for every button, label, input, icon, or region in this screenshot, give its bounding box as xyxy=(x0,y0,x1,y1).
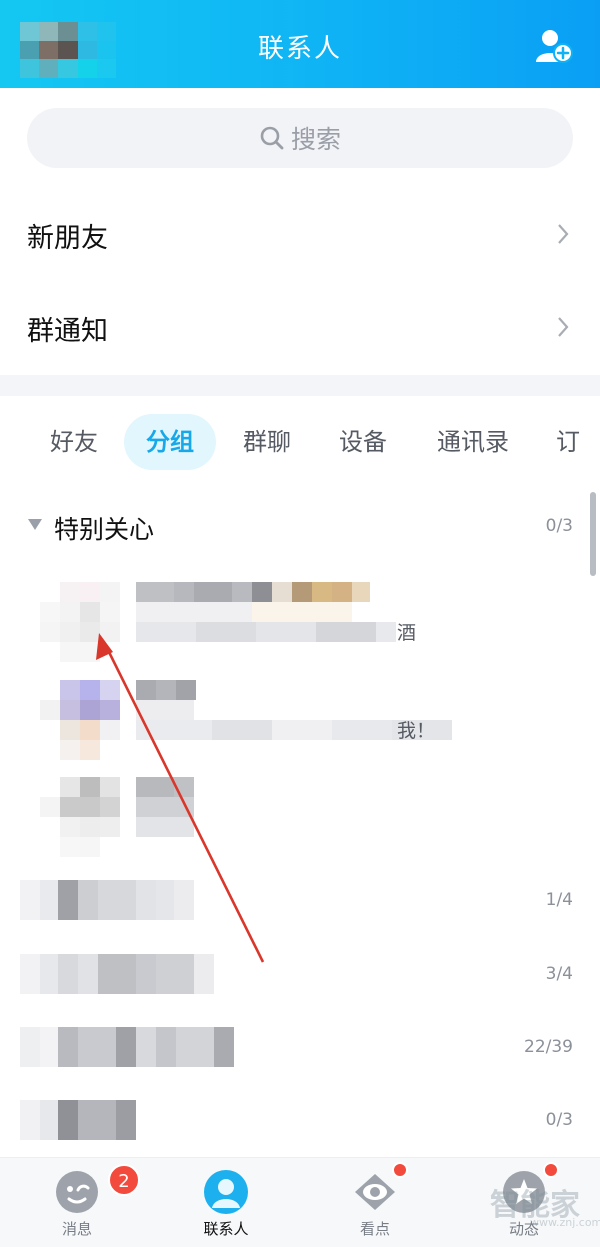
notification-dot xyxy=(392,1162,408,1178)
contact-name-redacted xyxy=(136,582,370,602)
group-notice-label: 群通知 xyxy=(27,316,108,347)
group-count: 3/4 xyxy=(545,964,573,984)
section-divider xyxy=(0,375,600,396)
group-notice-row[interactable]: 群通知 xyxy=(0,283,600,375)
expand-triangle-icon xyxy=(28,519,42,530)
group-title: 特别关心 xyxy=(54,515,155,544)
contact-avatar xyxy=(40,777,120,857)
contact-avatar xyxy=(40,582,120,662)
search-input[interactable]: 搜索 xyxy=(27,108,573,168)
contact-message-tail: 酒 xyxy=(397,622,417,644)
contact-message-tail: 我！ xyxy=(397,720,436,742)
search-placeholder: 搜索 xyxy=(290,125,341,154)
group-count: 1/4 xyxy=(545,890,573,910)
contact-name-redacted xyxy=(136,777,194,797)
watermark-url: www.znj.com xyxy=(530,1216,600,1229)
tab-group-chats[interactable]: 群聊 xyxy=(231,414,303,470)
message-icon xyxy=(56,1171,98,1213)
contact-item[interactable]: 酒 xyxy=(0,582,600,678)
contact-item[interactable] xyxy=(0,777,600,873)
contact-name-redacted-2 xyxy=(136,602,352,622)
group-name-redacted xyxy=(20,1027,234,1067)
nav-label: 联系人 xyxy=(203,1220,249,1238)
contact-item[interactable]: 我！ xyxy=(0,680,600,776)
group-name-redacted xyxy=(20,880,194,920)
collapsed-group[interactable]: 0/3 xyxy=(0,1096,600,1146)
watermark: 智能家 www.znj.com xyxy=(490,1180,600,1240)
tab-friends[interactable]: 好友 xyxy=(38,414,110,470)
group-name-redacted xyxy=(20,1100,136,1140)
top-bar: 联系人 xyxy=(0,0,600,88)
contact-message-redacted xyxy=(136,622,396,642)
nav-label: 看点 xyxy=(359,1220,390,1238)
contact-avatar xyxy=(40,680,120,760)
page-title: 联系人 xyxy=(257,34,342,64)
contact-name-redacted xyxy=(136,680,196,700)
notification-dot xyxy=(543,1162,559,1178)
eye-icon xyxy=(355,1174,395,1210)
group-special-care[interactable]: 特别关心 0/3 xyxy=(0,500,600,552)
tab-devices[interactable]: 设备 xyxy=(327,414,399,470)
contacts-icon xyxy=(204,1170,248,1214)
nav-label: 消息 xyxy=(61,1220,92,1238)
contact-message-redacted xyxy=(136,817,194,837)
add-friend-icon[interactable] xyxy=(534,26,574,66)
tab-groups[interactable]: 分组 xyxy=(124,414,216,470)
tab-address-book[interactable]: 通讯录 xyxy=(424,414,522,470)
collapsed-group[interactable]: 22/39 xyxy=(0,1023,600,1073)
new-friends-row[interactable]: 新朋友 xyxy=(0,190,600,282)
collapsed-group[interactable]: 3/4 xyxy=(0,950,600,1000)
group-name-redacted xyxy=(20,954,214,994)
tab-subscriptions[interactable]: 订阅 xyxy=(548,414,600,470)
contact-tabs: 好友 分组 群聊 设备 通讯录 订阅 xyxy=(0,414,600,470)
search-icon xyxy=(260,126,284,150)
chevron-right-icon xyxy=(558,317,569,337)
nav-contacts[interactable]: 联系人 xyxy=(171,1158,281,1247)
chevron-right-icon xyxy=(558,224,569,244)
group-count: 0/3 xyxy=(545,1110,573,1130)
collapsed-group[interactable]: 1/4 xyxy=(0,876,600,926)
contact-name-redacted-2 xyxy=(136,797,194,817)
nav-messages[interactable]: 2 消息 xyxy=(22,1158,140,1247)
scrollbar[interactable] xyxy=(590,492,596,576)
group-count: 0/3 xyxy=(545,516,573,536)
group-count: 22/39 xyxy=(524,1037,573,1057)
contact-name-redacted-2 xyxy=(136,700,194,720)
unread-badge: 2 xyxy=(108,1164,140,1196)
new-friends-label: 新朋友 xyxy=(27,223,108,254)
nav-discover[interactable]: 看点 xyxy=(320,1158,430,1247)
